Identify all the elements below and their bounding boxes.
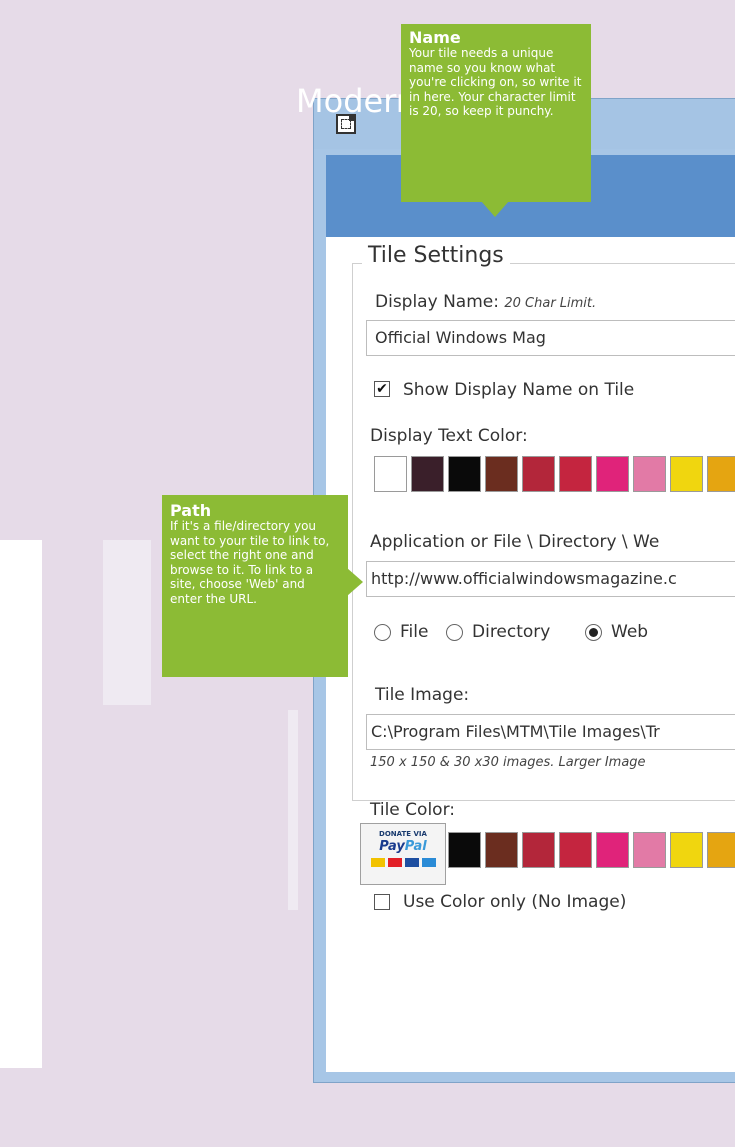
color-swatch[interactable] — [596, 832, 629, 868]
path-callout-body: If it's a file/directory you want to you… — [170, 519, 330, 606]
show-display-name-label: Show Display Name on Tile — [403, 380, 635, 400]
use-color-only-checkbox[interactable] — [374, 894, 390, 910]
color-swatch[interactable] — [707, 456, 735, 492]
name-callout: Name Your tile needs a unique name so yo… — [401, 24, 591, 202]
color-swatch[interactable] — [559, 832, 592, 868]
path-callout-pointer — [347, 568, 363, 596]
color-swatch[interactable] — [485, 456, 518, 492]
color-swatch[interactable] — [411, 456, 444, 492]
display-name-input[interactable]: Official Windows Mag — [366, 320, 735, 356]
color-swatch[interactable] — [596, 456, 629, 492]
tile-image-input[interactable]: C:\Program Files\MTM\Tile Images\Tr — [366, 714, 735, 750]
radio-file-label: File — [400, 622, 429, 642]
color-swatch[interactable] — [522, 456, 555, 492]
background-strip — [288, 710, 298, 910]
radio-web[interactable] — [585, 624, 602, 641]
tile-color-label: Tile Color: — [370, 800, 455, 820]
radio-directory[interactable] — [446, 624, 463, 641]
tile-settings-legend: Tile Settings — [362, 243, 510, 268]
color-swatch[interactable] — [522, 832, 555, 868]
paypal-logo-pal: Pal — [404, 839, 427, 854]
radio-directory-label: Directory — [472, 622, 551, 642]
color-swatch[interactable] — [707, 832, 735, 868]
tile-image-hint: 150 x 150 & 30 x30 images. Larger Image — [370, 755, 646, 770]
payment-cards-icon — [361, 858, 445, 867]
display-text-color-swatches — [374, 456, 735, 492]
paypal-donate-text: DONATE VIA — [379, 830, 427, 838]
name-callout-pointer — [481, 201, 509, 217]
show-display-name-checkbox[interactable]: ✔ — [374, 381, 390, 397]
app-title: Modern — [296, 82, 417, 120]
color-swatch[interactable] — [448, 832, 481, 868]
name-callout-title: Name — [409, 28, 461, 47]
color-swatch[interactable] — [670, 456, 703, 492]
display-name-label: Display Name: 20 Char Limit. — [375, 292, 596, 312]
path-callout-title: Path — [170, 501, 212, 520]
background-panel-left — [0, 540, 42, 1068]
display-name-hint: 20 Char Limit. — [504, 296, 597, 311]
paypal-logo: PayPal — [361, 839, 445, 854]
paypal-donate-button[interactable]: DONATE VIA PayPal — [360, 823, 446, 885]
color-swatch[interactable] — [633, 456, 666, 492]
tile-image-label: Tile Image: — [375, 685, 470, 705]
color-swatch[interactable] — [485, 832, 518, 868]
path-callout: Path If it's a file/directory you want t… — [162, 495, 348, 677]
color-swatch[interactable] — [670, 832, 703, 868]
radio-web-label: Web — [611, 622, 649, 642]
color-swatch[interactable] — [633, 832, 666, 868]
use-color-only-label: Use Color only (No Image) — [403, 892, 627, 912]
radio-file[interactable] — [374, 624, 391, 641]
color-swatch[interactable] — [559, 456, 592, 492]
display-text-color-label: Display Text Color: — [370, 426, 528, 446]
color-swatch[interactable] — [448, 456, 481, 492]
color-swatch[interactable] — [374, 456, 407, 492]
background-panel-middle — [103, 540, 151, 705]
path-label: Application or File \ Directory \ We — [370, 532, 660, 552]
name-callout-body: Your tile needs a unique name so you kno… — [409, 46, 582, 118]
paypal-logo-pay: Pay — [379, 839, 405, 854]
path-input[interactable]: http://www.officialwindowsmagazine.c — [366, 561, 735, 597]
display-name-label-text: Display Name: — [375, 292, 499, 312]
